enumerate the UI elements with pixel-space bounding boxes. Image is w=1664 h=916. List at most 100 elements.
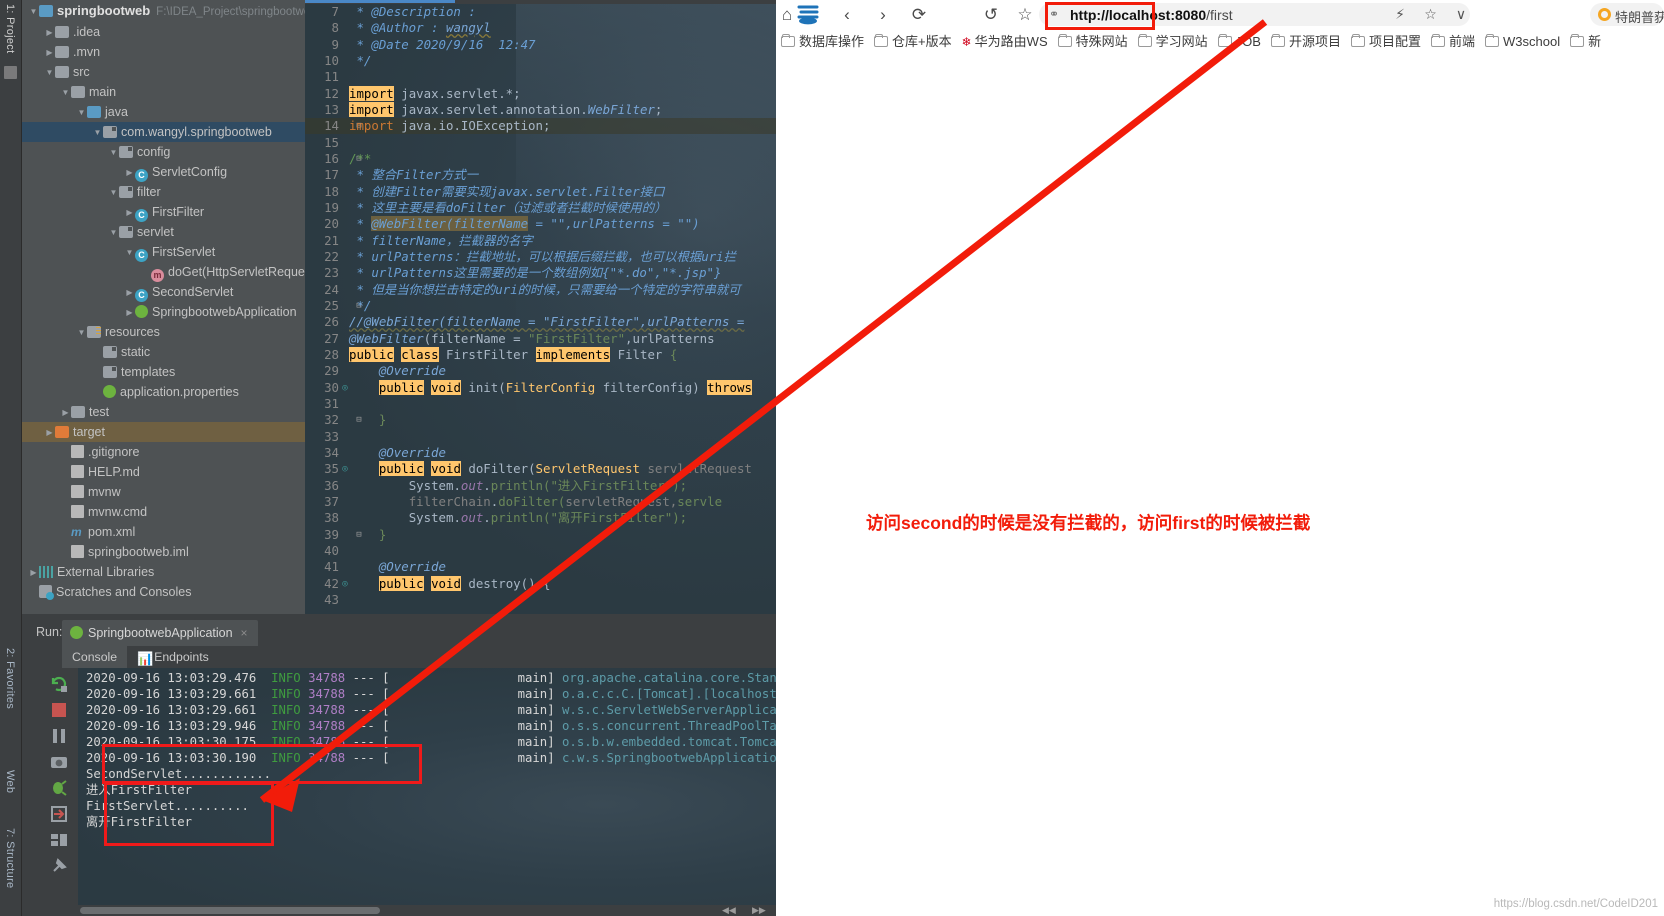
debug-icon[interactable] [49,778,71,800]
tool-window-project-label[interactable]: 1: Project [4,4,16,53]
tree-row[interactable]: ▶ C ServletConfig [22,162,305,182]
chevron-down-icon[interactable]: ▼ [124,243,135,263]
tree-row[interactable]: ▶m pom.xml [22,522,305,542]
console-horizontal-scrollbar[interactable] [78,905,776,916]
chevron-right-icon[interactable]: ▶ [44,423,55,443]
rerun-icon[interactable] [49,674,71,696]
flash-icon[interactable]: ⚡ [1387,3,1413,26]
tab-endpoints[interactable]: 📊Endpoints [127,646,219,668]
run-sub-tabs[interactable]: ▶Console📊Endpoints [62,646,219,712]
override-marker-icon[interactable]: ◎ [341,461,349,477]
chevron-right-icon[interactable]: ▶ [124,163,135,183]
scroll-right-icon[interactable]: ▶▶ [752,905,766,916]
tree-row[interactable]: ▶ C FirstFilter [22,202,305,222]
tree-row[interactable]: ▶m doGet(HttpServletReque [22,262,305,282]
override-marker-icon[interactable]: ◎ [341,576,349,592]
chevron-right-icon[interactable]: ▶ [44,43,55,63]
pause-icon[interactable] [49,726,71,748]
tree-row[interactable]: ▶ static [22,342,305,362]
tree-row[interactable]: ▶ .gitignore [22,442,305,462]
bookmark-item[interactable]: 数据库操作 [776,28,869,56]
tool-window-structure-label[interactable]: 7: Structure [4,828,16,888]
chevron-right-icon[interactable]: ▶ [124,203,135,223]
layout-icon[interactable] [49,830,71,852]
scroll-left-icon[interactable]: ◀◀ [722,905,736,916]
code-editor[interactable]: 7 * @Description :8 * @Author : wangyl 9 … [305,0,776,614]
tree-row[interactable]: ▶ SpringbootwebApplication [22,302,305,322]
tree-row[interactable]: ▶ C SecondServlet [22,282,305,302]
chevron-down-icon[interactable]: ▼ [92,123,103,143]
console-side-toolbar[interactable] [44,670,78,910]
news-pill[interactable]: 特朗普获得 [1590,3,1664,26]
bookmark-item[interactable]: 学习网站 [1133,28,1213,56]
bookmark-item[interactable]: 开源项目 [1266,28,1346,56]
tree-row[interactable]: ▶ templates [22,362,305,382]
stop-icon[interactable] [49,700,71,722]
console-output[interactable]: 2020-09-16 13:03:29.476 INFO 34788 --- [… [78,668,776,916]
tool-window-web-label[interactable]: Web [4,770,16,793]
tree-row[interactable]: ▼ java [22,102,305,122]
bookmark-item[interactable]: 项目配置 [1346,28,1426,56]
tab-console[interactable]: ▶Console [62,646,130,712]
back-button[interactable]: ‹ [836,4,858,26]
home-button[interactable]: ⌂ [776,4,798,26]
bookmark-item[interactable]: 仓库+版本 [869,28,957,56]
tree-row-root[interactable]: ▼ springbootweb F:\IDEA_Project\springboot… [22,0,305,22]
chevron-right-icon[interactable]: ▶ [44,23,55,43]
tree-row[interactable]: ▼ com.wangyl.springbootweb [22,122,305,142]
chevron-down-icon[interactable]: ∨ [1448,3,1474,26]
override-marker-icon[interactable]: ◎ [341,380,349,396]
tree-row[interactable]: ▼ config [22,142,305,162]
chevron-right-icon[interactable]: ▶ [124,303,135,323]
history-button[interactable]: ↺ [980,4,1002,26]
tree-row[interactable]: ▶ External Libraries [22,562,305,582]
chevron-down-icon[interactable]: ▼ [76,323,87,343]
bookmark-item[interactable]: 前端 [1426,28,1480,56]
exit-icon[interactable] [49,804,71,826]
bookmark-star-button[interactable]: ☆ [1014,4,1036,26]
chevron-down-icon[interactable]: ▼ [28,1,39,23]
tree-row[interactable]: ▶ target [22,422,305,442]
chevron-right-icon[interactable]: ▶ [60,403,71,423]
project-tree-panel[interactable]: ▼ springbootweb F:\IDEA_Project\springboot… [22,0,305,614]
chevron-down-icon[interactable]: ▼ [44,63,55,83]
bookmark-item[interactable]: W3school [1480,28,1565,56]
tree-row[interactable]: ▶ Scratches and Consoles [22,582,305,602]
tree-row[interactable]: ▼ servlet [22,222,305,242]
tree-row[interactable]: ▶ .idea [22,22,305,42]
star-icon[interactable]: ☆ [1418,3,1444,26]
close-icon[interactable]: × [241,626,248,640]
chevron-down-icon[interactable]: ▼ [60,83,71,103]
reload-button[interactable]: ⟳ [908,4,930,26]
forward-button[interactable]: › [872,4,894,26]
tree-row[interactable]: ▶ .mvn [22,42,305,62]
tree-row[interactable]: ▶ application.properties [22,382,305,402]
chevron-right-icon[interactable]: ▶ [124,283,135,303]
scrollbar-thumb[interactable] [80,907,380,914]
bookmark-item[interactable]: 新 [1565,28,1606,56]
chevron-down-icon[interactable]: ▼ [108,183,119,203]
tree-row[interactable]: ▶ HELP.md [22,462,305,482]
tool-window-favorites-label[interactable]: 2: Favorites [4,648,16,709]
tree-row[interactable]: ▼ main [22,82,305,102]
pin-icon[interactable] [49,856,71,878]
tree-row[interactable]: ▼ filter [22,182,305,202]
bookmark-item[interactable]: 特殊网站 [1053,28,1133,56]
tree-row[interactable]: ▼ resources [22,322,305,342]
tree-row[interactable]: ▼ src [22,62,305,82]
screenshot-icon[interactable] [49,752,71,774]
tree-row[interactable]: ▶ mvnw.cmd [22,502,305,522]
tree-row[interactable]: ▶ mvnw [22,482,305,502]
chevron-down-icon[interactable]: ▼ [108,143,119,163]
chevron-down-icon[interactable]: ▼ [76,103,87,123]
run-configuration-tab[interactable]: SpringbootwebApplication × [62,620,258,646]
bookmark-item[interactable]: JOB [1213,28,1266,56]
chevron-right-icon[interactable]: ▶ [28,563,39,583]
tree-row[interactable]: ▶ springbootweb.iml [22,542,305,562]
chevron-down-icon[interactable]: ▼ [108,223,119,243]
bookmark-item[interactable]: ❄ 华为路由WS [957,28,1053,56]
tree-item-label: target [73,425,105,439]
tree-row[interactable]: ▶ test [22,402,305,422]
tree-row[interactable]: ▼ C FirstServlet [22,242,305,262]
bookmarks-bar[interactable]: 数据库操作 仓库+版本 ❄ 华为路由WS 特殊网站 学习网站 JOB 开源项目 项目配置 前端 W3… [776,28,1664,56]
